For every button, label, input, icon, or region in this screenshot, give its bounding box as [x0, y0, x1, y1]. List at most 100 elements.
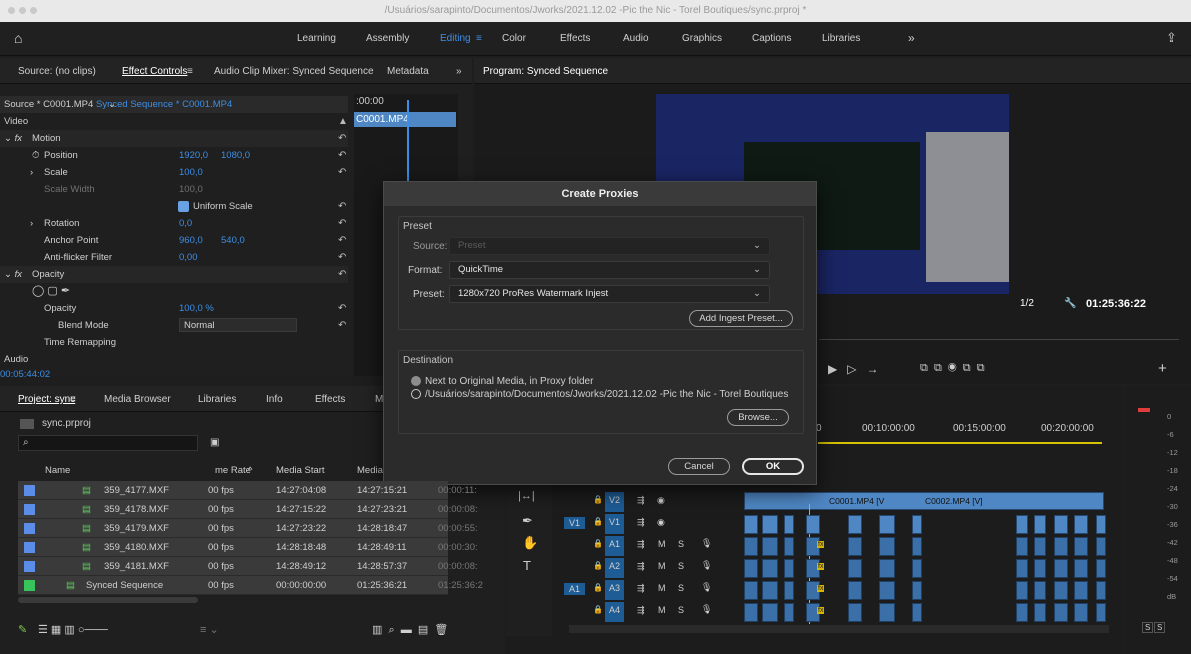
more-tabs-button[interactable]: »: [456, 66, 462, 77]
audio-clip[interactable]: [848, 581, 862, 600]
source-patch-v1[interactable]: V1: [564, 517, 586, 529]
minimize-window-button[interactable]: [19, 7, 26, 14]
tab-effect-controls[interactable]: Effect Controls: [122, 66, 187, 77]
track-target-a2[interactable]: A2: [605, 558, 625, 578]
sync-lock-icon[interactable]: ⇶: [637, 583, 645, 594]
audio-clip[interactable]: [1074, 559, 1088, 578]
audio-clip[interactable]: [762, 603, 778, 622]
track-target-a4[interactable]: A4: [605, 602, 625, 622]
video-clip[interactable]: [744, 515, 758, 534]
add-button-icon[interactable]: +: [1158, 360, 1167, 377]
zoom-window-button[interactable]: [30, 7, 37, 14]
mute-track-button[interactable]: M: [658, 583, 666, 593]
audio-clip[interactable]: [762, 581, 778, 600]
project-menu-icon[interactable]: ≡: [70, 394, 76, 405]
opacity-value[interactable]: 100,0 %: [179, 300, 214, 317]
workspace-libraries[interactable]: Libraries: [822, 33, 860, 44]
reset-antiflicker-icon[interactable]: ↶: [338, 249, 346, 266]
project-row[interactable]: ▤ 359_4178.MXF 00 fps 14:27:15:22 14:27:23:2…: [18, 500, 478, 519]
sync-lock-icon[interactable]: ⇶: [637, 517, 645, 528]
reset-opacity-group-icon[interactable]: ↶: [338, 266, 346, 283]
lock-track-icon[interactable]: 🔒: [593, 517, 603, 526]
lock-track-icon[interactable]: 🔒: [593, 605, 603, 614]
label-color-swatch[interactable]: [24, 523, 35, 534]
rotation-expand-icon[interactable]: ›: [30, 215, 33, 232]
video-clip[interactable]: [1054, 515, 1068, 534]
solo-left-button[interactable]: S: [1142, 622, 1154, 633]
toggle-output-eye-icon[interactable]: ◉: [657, 495, 665, 506]
audio-clip[interactable]: [1096, 581, 1106, 600]
mute-track-button[interactable]: M: [658, 605, 666, 615]
audio-clip[interactable]: [1034, 559, 1046, 578]
audio-clip[interactable]: [1016, 537, 1028, 556]
audio-clip[interactable]: [1034, 581, 1046, 600]
workspace-color[interactable]: Color: [502, 33, 526, 44]
stopwatch-icon[interactable]: ⏱: [32, 147, 39, 164]
anchor-x-value[interactable]: 960,0: [179, 232, 203, 249]
rotation-value[interactable]: 0,0: [179, 215, 192, 232]
lock-track-icon[interactable]: 🔒: [593, 495, 603, 504]
current-timecode[interactable]: 00:05:44:02: [0, 366, 50, 383]
track-target-a3[interactable]: A3: [605, 580, 625, 600]
new-bin-icon[interactable]: ▣: [210, 437, 219, 448]
project-row[interactable]: ▤ Synced Sequence 00 fps 00:00:00:00 01:25:3…: [18, 576, 483, 595]
project-scrollbar[interactable]: [18, 597, 198, 603]
audio-clip[interactable]: [744, 603, 758, 622]
mute-track-button[interactable]: M: [658, 561, 666, 571]
audio-clip[interactable]: [1016, 581, 1028, 600]
audio-clip[interactable]: [784, 603, 794, 622]
video-clip[interactable]: [1096, 515, 1106, 534]
project-row[interactable]: ▤ 359_4177.MXF 00 fps 14:27:04:08 14:27:15:2…: [18, 481, 477, 500]
tab-audio-clip-mixer[interactable]: Audio Clip Mixer: Synced Sequence: [214, 66, 374, 77]
audio-clip[interactable]: [1054, 559, 1068, 578]
source-patch-a1[interactable]: A1: [564, 583, 586, 595]
tab-libraries[interactable]: Libraries: [198, 394, 236, 405]
reset-position-icon[interactable]: ↶: [338, 147, 346, 164]
pen-tool-icon[interactable]: ✒: [522, 513, 533, 529]
collapse-up-icon[interactable]: ▲: [338, 113, 348, 130]
col-name[interactable]: Name: [45, 465, 70, 476]
workspace-more[interactable]: »: [908, 31, 915, 45]
sync-lock-icon[interactable]: ⇶: [637, 539, 645, 550]
work-area-bar[interactable]: [818, 442, 1102, 444]
tab-info[interactable]: Info: [266, 394, 283, 405]
voiceover-mic-icon[interactable]: 🎙: [701, 604, 712, 615]
radio-next-to-media[interactable]: [411, 376, 421, 386]
video-clip[interactable]: [848, 515, 862, 534]
workspace-effects[interactable]: Effects: [560, 33, 590, 44]
sort-icon[interactable]: ≡ ⌄: [200, 623, 219, 636]
voiceover-mic-icon[interactable]: 🎙: [701, 582, 712, 593]
audio-clip[interactable]: [1096, 559, 1106, 578]
tab-metadata[interactable]: Metadata: [387, 66, 429, 77]
track-target-a1[interactable]: A1: [605, 536, 625, 556]
track-target-v1[interactable]: V1: [605, 514, 625, 534]
audio-clip[interactable]: [1034, 537, 1046, 556]
hand-tool-icon[interactable]: ✋: [522, 535, 538, 551]
audio-clip[interactable]: [1074, 537, 1088, 556]
label-color-swatch[interactable]: [24, 580, 35, 591]
ok-button[interactable]: OK: [742, 458, 804, 475]
timeline-scrollbar[interactable]: [569, 625, 1109, 633]
solo-track-button[interactable]: S: [678, 539, 684, 549]
label-color-swatch[interactable]: [24, 485, 35, 496]
voiceover-mic-icon[interactable]: 🎙: [701, 538, 712, 549]
tab-project[interactable]: Project: sync: [18, 394, 75, 405]
wrench-icon[interactable]: 🔧: [1064, 298, 1076, 309]
close-window-button[interactable]: [8, 7, 15, 14]
format-select[interactable]: QuickTime ⌄: [449, 261, 770, 279]
audio-clip[interactable]: [1074, 581, 1088, 600]
preset-select[interactable]: 1280x720 ProRes Watermark Injest ⌄: [449, 285, 770, 303]
program-title[interactable]: Program: Synced Sequence: [483, 66, 608, 77]
pencil-icon[interactable]: ✎: [18, 623, 27, 636]
project-search-input[interactable]: ⌕: [18, 435, 198, 451]
workspace-learning[interactable]: Learning: [297, 33, 336, 44]
lock-track-icon[interactable]: 🔒: [593, 583, 603, 592]
col-media-start[interactable]: Media Start: [276, 465, 325, 476]
program-scrubber[interactable]: [819, 334, 1179, 340]
video-clip[interactable]: [806, 515, 820, 534]
mask-tools-icon[interactable]: ◯ ▢ ✒: [32, 283, 70, 300]
browse-button[interactable]: Browse...: [727, 409, 789, 426]
audio-clip[interactable]: [744, 559, 758, 578]
position-y-value[interactable]: 1080,0: [221, 147, 250, 164]
label-color-swatch[interactable]: [24, 542, 35, 553]
